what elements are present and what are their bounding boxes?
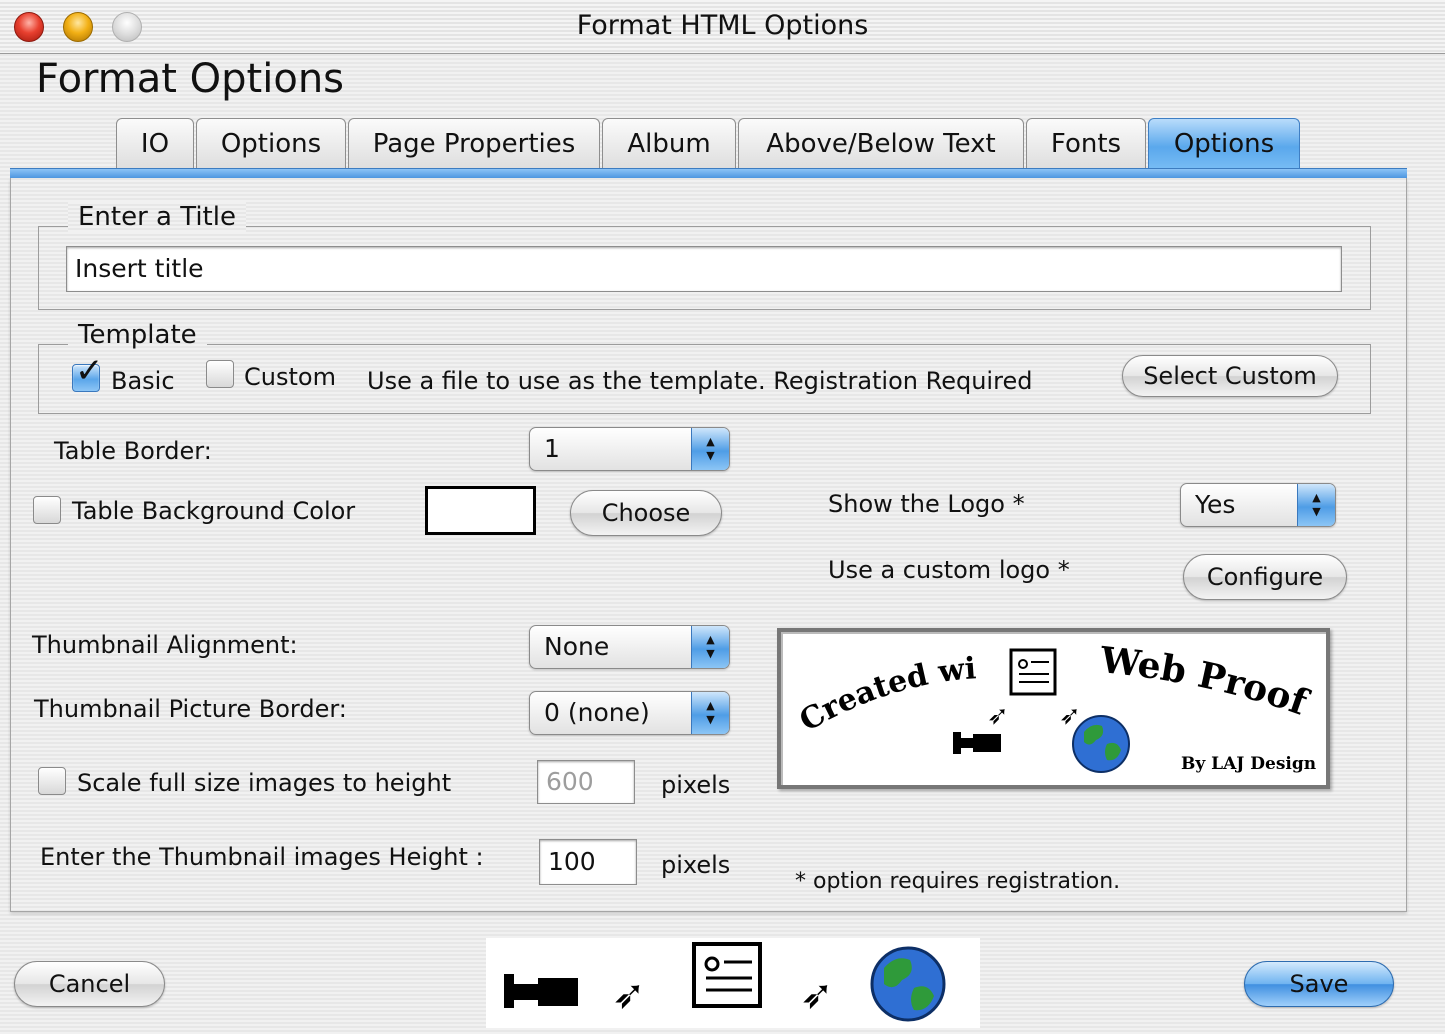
table-border-select[interactable]: 1 ▲ ▼ [529,427,730,471]
title-input[interactable]: Insert title [66,246,1342,292]
updown-arrows-icon: ▲ ▼ [691,428,729,470]
registration-note: * option requires registration. [795,869,1121,894]
thumb-alignment-label: Thumbnail Alignment: [32,631,298,659]
thumb-height-unit-label: pixels [661,851,731,879]
scale-checkbox[interactable] [38,767,66,795]
arrow-icon: ➶ [1059,701,1081,731]
show-logo-select[interactable]: Yes ▲ ▼ [1180,483,1336,527]
show-logo-label: Show the Logo * [828,490,1025,518]
tab-album[interactable]: Album [602,118,736,170]
table-bg-checkbox[interactable] [33,496,61,524]
basic-label: Basic [111,367,175,395]
document-icon [1009,648,1057,696]
tab-options-active[interactable]: Options [1148,118,1300,170]
arrow-icon: ➶ [987,701,1009,731]
cancel-button[interactable]: Cancel [14,961,165,1007]
thumb-border-label: Thumbnail Picture Border: [34,695,347,723]
thumb-alignment-select[interactable]: None ▲ ▼ [529,625,730,669]
title-bar: Format HTML Options [0,0,1445,54]
logo-preview: Created with Web Proofs By LAJ Design ➶ … [777,628,1330,789]
table-border-value: 1 [544,434,560,463]
choose-color-button[interactable]: Choose [570,490,722,536]
page-title: Format Options [36,56,345,102]
tab-above-below-text[interactable]: Above/Below Text [738,118,1024,170]
scale-unit-label: pixels [661,771,731,799]
globe-icon [1072,715,1130,773]
updown-arrows-icon: ▲ ▼ [1297,484,1335,526]
basic-checkbox[interactable]: ✓ [72,354,104,392]
tab-fonts[interactable]: Fonts [1026,118,1146,170]
custom-label: Custom [244,363,336,391]
tab-options[interactable]: Options [196,118,346,170]
thumb-border-value: 0 (none) [544,698,650,727]
custom-logo-label: Use a custom logo * [828,556,1070,584]
scale-label: Scale full size images to height [77,769,452,797]
web-proofs-logo: Created with Web Proofs By LAJ Design ➶ … [781,632,1316,774]
thumb-alignment-value: None [544,632,610,661]
updown-arrows-icon: ▲ ▼ [691,692,729,734]
tab-page-properties[interactable]: Page Properties [348,118,600,170]
table-bg-label: Table Background Color [72,497,356,525]
select-custom-button[interactable]: Select Custom [1122,355,1338,397]
logo-line1: Created with [781,632,977,739]
checkmark-icon: ✓ [75,351,104,391]
custom-checkbox[interactable] [206,360,234,388]
thumb-height-input[interactable]: 100 [539,839,637,885]
table-bg-color-well[interactable] [425,486,536,535]
document-icon [692,942,762,1008]
template-group-legend: Template [68,320,207,350]
workflow-icons-strip: ➶ ➶ [486,938,980,1028]
arrow-icon: ➶ [800,972,834,1018]
camera-icon [953,732,1001,754]
arrow-icon: ➶ [612,972,646,1018]
save-button[interactable]: Save [1244,961,1394,1007]
tab-io[interactable]: IO [116,118,194,170]
configure-button[interactable]: Configure [1183,554,1347,600]
scale-height-input[interactable]: 600 [537,760,635,804]
show-logo-value: Yes [1195,490,1236,519]
globe-icon [870,946,946,1022]
thumb-height-label: Enter the Thumbnail images Height : [40,843,484,871]
table-border-label: Table Border: [54,437,212,465]
thumb-border-select[interactable]: 0 (none) ▲ ▼ [529,691,730,735]
window-title: Format HTML Options [576,10,869,41]
title-group-legend: Enter a Title [68,202,246,232]
logo-byline: By LAJ Design [1181,754,1316,774]
updown-arrows-icon: ▲ ▼ [691,626,729,668]
template-description: Use a file to use as the template. Regis… [367,367,1033,395]
svg-text:Created with: Created with [781,632,977,739]
tab-underline [10,168,1407,178]
camera-icon [504,974,578,1008]
